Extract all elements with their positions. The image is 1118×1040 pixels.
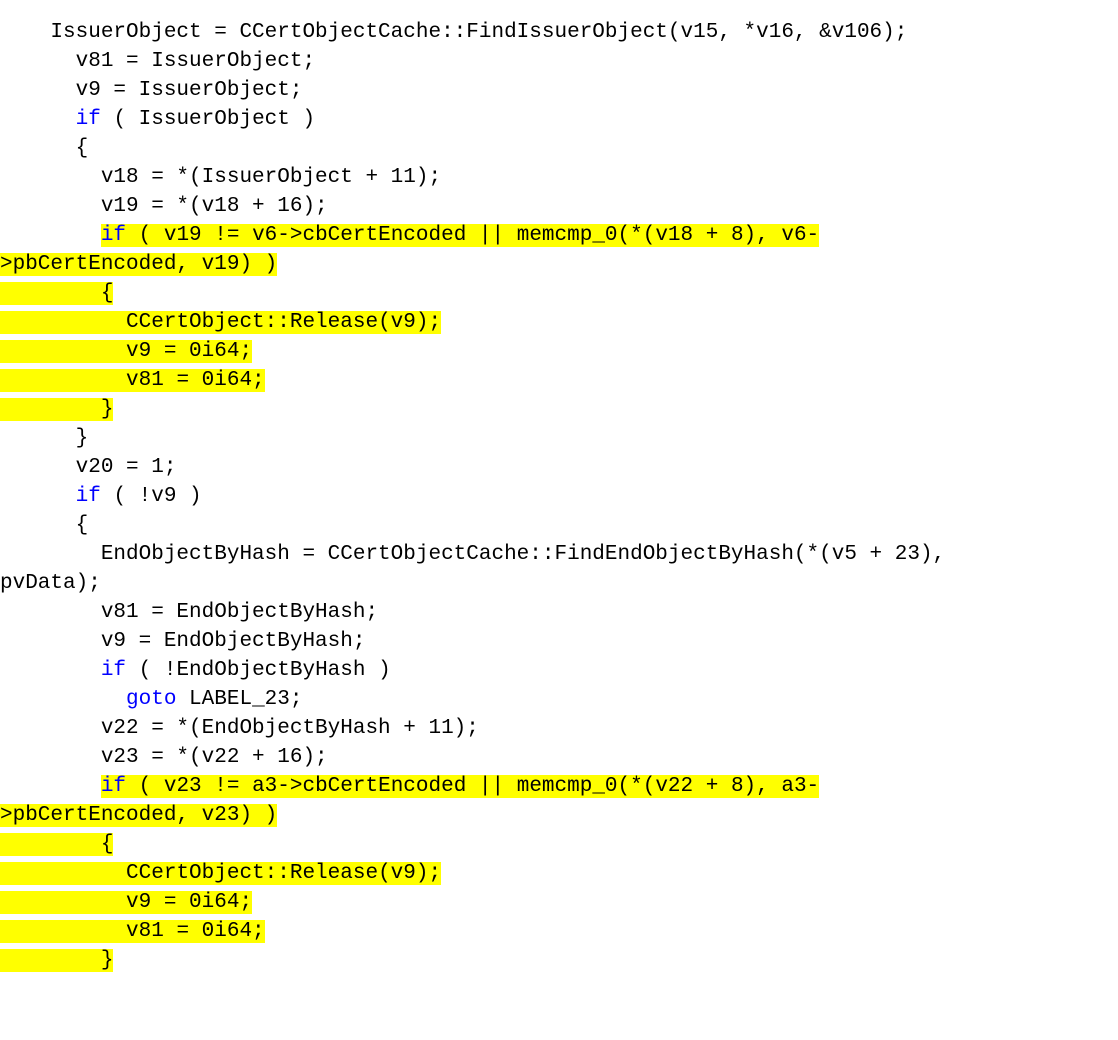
code-line-highlighted: } xyxy=(0,949,113,972)
code-line: v20 = 1; xyxy=(0,456,176,479)
decompiled-code-block: IssuerObject = CCertObjectCache::FindIss… xyxy=(0,0,1118,975)
code-line: pvData); xyxy=(0,572,101,595)
code-line: v81 = IssuerObject; xyxy=(0,50,315,73)
code-line-highlighted: if ( v19 != v6->cbCertEncoded || memcmp_… xyxy=(0,224,819,247)
keyword-if: if xyxy=(101,659,126,682)
code-line: IssuerObject = CCertObjectCache::FindIss… xyxy=(0,21,907,44)
keyword-if: if xyxy=(101,775,126,798)
code-line-highlighted: if ( v23 != a3->cbCertEncoded || memcmp_… xyxy=(0,775,819,798)
code-line: v9 = IssuerObject; xyxy=(0,79,302,102)
code-line: v23 = *(v22 + 16); xyxy=(0,746,328,769)
code-line: v81 = EndObjectByHash; xyxy=(0,601,378,624)
code-line: if ( IssuerObject ) xyxy=(0,108,315,131)
code-line-highlighted: v81 = 0i64; xyxy=(0,369,265,392)
code-line: v19 = *(v18 + 16); xyxy=(0,195,328,218)
keyword-if: if xyxy=(101,224,126,247)
code-line: { xyxy=(0,514,88,537)
keyword-if: if xyxy=(76,108,101,131)
keyword-if: if xyxy=(76,485,101,508)
code-line-highlighted: { xyxy=(0,282,113,305)
code-line: goto LABEL_23; xyxy=(0,688,302,711)
code-line-highlighted: v81 = 0i64; xyxy=(0,920,265,943)
code-line: if ( !EndObjectByHash ) xyxy=(0,659,391,682)
code-line: if ( !v9 ) xyxy=(0,485,202,508)
code-line-highlighted: >pbCertEncoded, v23) ) xyxy=(0,804,277,827)
keyword-goto: goto xyxy=(126,688,176,711)
code-line: v22 = *(EndObjectByHash + 11); xyxy=(0,717,479,740)
code-line-highlighted: } xyxy=(0,398,113,421)
code-line-highlighted: >pbCertEncoded, v19) ) xyxy=(0,253,277,276)
code-line-highlighted: { xyxy=(0,833,113,856)
code-line-highlighted: v9 = 0i64; xyxy=(0,891,252,914)
code-line-highlighted: CCertObject::Release(v9); xyxy=(0,862,441,885)
code-line: EndObjectByHash = CCertObjectCache::Find… xyxy=(0,543,958,566)
code-line: { xyxy=(0,137,88,160)
code-line: v18 = *(IssuerObject + 11); xyxy=(0,166,441,189)
code-line: v9 = EndObjectByHash; xyxy=(0,630,365,653)
code-line-highlighted: CCertObject::Release(v9); xyxy=(0,311,441,334)
code-line: } xyxy=(0,427,88,450)
code-line-highlighted: v9 = 0i64; xyxy=(0,340,252,363)
